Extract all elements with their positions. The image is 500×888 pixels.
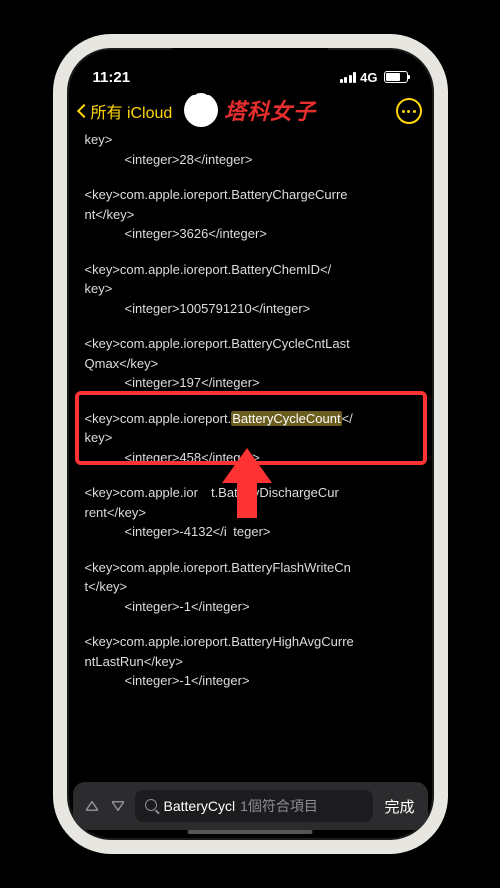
battery-icon (384, 71, 408, 83)
more-button[interactable] (396, 98, 422, 124)
search-input-text: BatteryCycl (164, 798, 236, 814)
search-result-count: 1個符合項目 (240, 796, 318, 816)
find-prev-button[interactable] (83, 801, 101, 811)
text-line: <key>com.apple.ioreport.BatteryHighAvgCu… (85, 632, 416, 652)
back-label: 所有 iCloud (91, 99, 173, 123)
annotation-arrow-icon (217, 443, 277, 523)
text-line: <integer>28</integer> (85, 150, 416, 170)
text-line: ntLastRun</key> (85, 652, 416, 672)
text-line: <integer>1005791210</integer> (85, 299, 416, 319)
logo-icon (184, 93, 218, 127)
search-icon (145, 799, 159, 813)
text-line: <integer>-1</integer> (85, 671, 416, 691)
find-bar: BatteryCycl 1個符合項目 完成 (73, 782, 428, 830)
text-line: t</key> (85, 577, 416, 597)
text-line: <key>com.apple.ioreport.BatteryFlashWrit… (85, 558, 416, 578)
back-button[interactable]: 所有 iCloud (79, 99, 173, 123)
text-line: <key>com.apple.ioreport.BatteryChargeCur… (85, 185, 416, 205)
status-time: 11:21 (93, 69, 131, 86)
text-line: nt</key> (85, 205, 416, 225)
search-field[interactable]: BatteryCycl 1個符合項目 (135, 790, 374, 822)
text-line: key> (85, 130, 416, 150)
logo-watermark: 塔科女子 (184, 93, 316, 127)
phone-frame: 11:21 4G 所有 iCloud 塔科女子 key> <integer>28… (53, 34, 448, 854)
home-indicator[interactable] (188, 830, 313, 834)
text-line: <key>com.apple.ioreport.BatteryChemID</ (85, 260, 416, 280)
chevron-left-icon (76, 104, 90, 118)
text-line: key> (85, 279, 416, 299)
text-line: <integer>-4132</ixteger> (85, 522, 416, 542)
nav-bar: 所有 iCloud 塔科女子 (67, 92, 434, 128)
note-content[interactable]: key> <integer>28</integer> <key>com.appl… (67, 128, 434, 784)
text-line: <integer>3626</integer> (85, 224, 416, 244)
status-right: 4G (340, 70, 408, 85)
network-label: 4G (360, 70, 377, 85)
signal-icon (340, 72, 357, 83)
find-next-button[interactable] (109, 801, 127, 811)
text-line: <key>com.apple.ioreport.BatteryCycleCntL… (85, 334, 416, 354)
text-line: <integer>-1</integer> (85, 597, 416, 617)
done-button[interactable]: 完成 (381, 796, 417, 817)
text-line: <integer>197</integer> (85, 373, 416, 393)
notch (173, 48, 328, 76)
logo-text: 塔科女子 (224, 94, 316, 126)
text-line: Qmax</key> (85, 354, 416, 374)
